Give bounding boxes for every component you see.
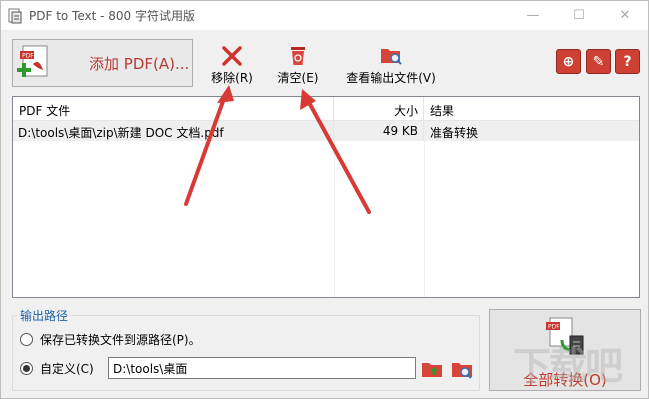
add-pdf-button[interactable]: PDF 添加 PDF(A)...: [12, 39, 193, 87]
custom-path-option[interactable]: 自定义(C): [20, 360, 94, 377]
remove-label: 移除(R): [211, 71, 253, 85]
file-size-cell: 49 KB: [334, 121, 424, 141]
clear-label: 清空(E): [277, 71, 319, 85]
svg-text:PDF: PDF: [22, 53, 34, 60]
column-header-result[interactable]: 结果: [424, 97, 639, 120]
help-icon: ?: [623, 53, 632, 70]
pdf-convert-icon: PDF: [546, 317, 584, 355]
app-window: PDF to Text - 800 字符试用版 — ☐ ✕ PDF 添加 PDF…: [0, 0, 649, 399]
help-button[interactable]: ?: [615, 49, 640, 74]
view-output-button[interactable]: 查看输出文件(V): [341, 43, 441, 86]
clear-button[interactable]: 清空(E): [275, 43, 321, 86]
source-path-option[interactable]: 保存已转换文件到源路径(P)。: [20, 331, 201, 348]
window-title: PDF to Text - 800 字符试用版: [29, 9, 196, 23]
maximize-button[interactable]: ☐: [556, 1, 602, 30]
convert-all-button[interactable]: PDF 全部转换(O): [489, 309, 641, 391]
add-pdf-label: 添加 PDF(A)...: [89, 54, 190, 73]
custom-path-label: 自定义(C): [40, 362, 94, 376]
custom-path-input[interactable]: [108, 357, 416, 379]
recycle-bin-icon: [291, 47, 305, 65]
file-result-cell: 准备转换: [430, 126, 479, 140]
globe-icon: ⊕: [562, 53, 575, 70]
source-path-label: 保存已转换文件到源路径(P)。: [40, 333, 201, 347]
open-folder-search-icon[interactable]: [451, 358, 473, 380]
title-bar: PDF to Text - 800 字符试用版 — ☐ ✕: [1, 1, 648, 30]
column-divider: [424, 141, 425, 297]
key-icon: ✎: [592, 53, 605, 70]
remove-button[interactable]: 移除(R): [209, 43, 255, 86]
column-divider: [334, 141, 335, 297]
folder-search-icon: [381, 49, 402, 65]
globe-button[interactable]: ⊕: [556, 49, 581, 74]
column-header-file[interactable]: PDF 文件: [13, 97, 334, 120]
pdf-file-list[interactable]: PDF 文件 大小 结果 D:\tools\桌面\zip\新建 DOC 文档.p…: [12, 96, 640, 298]
view-output-label: 查看输出文件(V): [346, 71, 436, 85]
svg-text:PDF: PDF: [548, 324, 560, 331]
minimize-button[interactable]: —: [510, 1, 556, 30]
table-row[interactable]: D:\tools\桌面\zip\新建 DOC 文档.pdf 49 KB 准备转换: [13, 121, 639, 141]
output-path-group: [12, 315, 480, 391]
radio-unselected-icon[interactable]: [20, 333, 33, 346]
browse-folder-icon[interactable]: [421, 358, 443, 380]
output-path-legend: 输出路径: [18, 307, 71, 324]
close-button[interactable]: ✕: [602, 1, 648, 30]
column-header-size[interactable]: 大小: [334, 97, 424, 120]
convert-all-label: 全部转换(O): [523, 371, 607, 389]
app-logo-icon: [8, 8, 22, 24]
add-pdf-icon: PDF: [17, 45, 48, 77]
remove-icon: [222, 46, 242, 66]
list-header: PDF 文件 大小 结果: [13, 97, 639, 121]
radio-selected-icon[interactable]: [20, 362, 33, 375]
file-path-cell: D:\tools\桌面\zip\新建 DOC 文档.pdf: [13, 121, 334, 141]
key-button[interactable]: ✎: [586, 49, 611, 74]
